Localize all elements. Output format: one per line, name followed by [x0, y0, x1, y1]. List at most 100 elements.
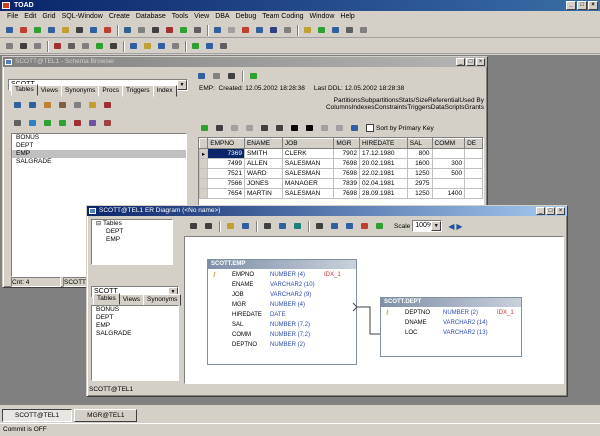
row-indicator[interactable]: ▸ — [199, 148, 209, 159]
grid-cell[interactable]: CLERK — [281, 148, 335, 159]
er-list-item[interactable]: BONUS — [92, 306, 178, 314]
layout-icon[interactable] — [328, 220, 341, 232]
toolbar-icon[interactable] — [101, 24, 114, 36]
detail-tab-usedby[interactable]: Used By — [459, 97, 484, 104]
toolbar-icon[interactable] — [3, 40, 16, 52]
grid-cell[interactable]: JONES — [243, 178, 283, 189]
grid-cell[interactable] — [431, 148, 466, 159]
toolbar-icon[interactable] — [301, 24, 314, 36]
toolbar-icon[interactable] — [31, 24, 44, 36]
grid-cell[interactable]: 1250 — [406, 188, 433, 199]
toolbar-icon[interactable] — [135, 24, 148, 36]
table-list-item[interactable]: BONUS — [12, 134, 186, 142]
toolbar-icon[interactable] — [203, 40, 216, 52]
grid-cell[interactable]: 7654 — [207, 188, 245, 199]
column-header[interactable]: DE — [464, 138, 483, 149]
menu-edit[interactable]: Edit — [21, 11, 39, 23]
grid-cell[interactable]: ALLEN — [243, 158, 283, 169]
edit-icon[interactable] — [41, 99, 54, 111]
funnel-icon[interactable] — [225, 70, 238, 82]
menu-debug[interactable]: Debug — [233, 11, 260, 23]
menu-grid[interactable]: Grid — [39, 11, 58, 23]
table-row[interactable]: 7566 JONES MANAGER 7839 02.04.1981 2975 — [199, 178, 483, 189]
grid-cell[interactable]: 7839 — [333, 178, 360, 189]
grid-cell[interactable]: 17.12.1980 — [358, 148, 408, 159]
new-doc-icon[interactable] — [202, 220, 215, 232]
detail-tab-subpartitions[interactable]: Subpartitions — [361, 97, 399, 104]
key-icon[interactable] — [86, 99, 99, 111]
toolbar-icon[interactable] — [65, 40, 78, 52]
toolbar-icon[interactable] — [217, 40, 230, 52]
grid-cell[interactable] — [464, 168, 483, 179]
sb-close-button[interactable]: × — [476, 58, 485, 66]
sb-maximize-button[interactable]: □ — [466, 58, 475, 66]
er-canvas[interactable]: SCOTT.EMP ⚷ EMPNO NUMBER (4) IDX_1 ENAME VARC… — [184, 236, 564, 384]
toolbar-icon[interactable] — [93, 40, 106, 52]
grid-cell[interactable]: SALESMAN — [281, 158, 335, 169]
menu-help[interactable]: Help — [337, 11, 357, 23]
refresh-data-icon[interactable] — [198, 122, 211, 134]
menu-file[interactable]: File — [4, 11, 21, 23]
table-row[interactable]: ▸ 7369 SMITH CLERK 7902 17.12.1980 800 — [199, 148, 483, 159]
er-tree[interactable]: ⊟ Tables DEPT EMP — [91, 219, 173, 265]
column-header[interactable]: JOB — [281, 138, 335, 149]
grid-cell[interactable]: 500 — [431, 168, 466, 179]
grid-cell[interactable]: MANAGER — [281, 178, 335, 189]
table-row[interactable]: 7654 MARTIN SALESMAN 7698 28.09.1981 1250 1400 — [199, 188, 483, 199]
grid-cell[interactable] — [431, 178, 466, 189]
tools-icon[interactable] — [101, 99, 114, 111]
tab-synonyms[interactable]: Synonyms — [61, 85, 100, 97]
arrow-left-icon[interactable]: ◀ — [448, 222, 454, 231]
close-button[interactable]: × — [588, 1, 598, 10]
er-close-button[interactable]: × — [556, 207, 565, 215]
detail-tab-columns[interactable]: Columns — [326, 104, 352, 111]
column-header[interactable]: COMM — [431, 138, 466, 149]
grid-cell[interactable]: 2975 — [406, 178, 433, 189]
grid-cell[interactable]: 1600 — [406, 158, 433, 169]
grid-cell[interactable]: WARD — [243, 168, 283, 179]
grid-cell[interactable]: 1400 — [431, 188, 466, 199]
toolbar-icon[interactable] — [149, 24, 162, 36]
er-maximize-button[interactable]: □ — [546, 207, 555, 215]
toolbar-icon[interactable] — [253, 24, 266, 36]
er-tab-tables[interactable]: Tables — [93, 293, 120, 305]
tab-index[interactable]: Index — [152, 85, 177, 97]
menu-view[interactable]: View — [191, 11, 212, 23]
minimize-button[interactable]: _ — [566, 1, 576, 10]
menu-sqlwindow[interactable]: SQL-Window — [59, 11, 106, 23]
er-list-item[interactable]: EMP — [92, 322, 178, 330]
grid-cell[interactable]: 7698 — [333, 158, 360, 169]
chart-icon[interactable] — [291, 220, 304, 232]
table-list-item[interactable]: DEPT — [12, 142, 186, 150]
toolbar-icon[interactable] — [329, 24, 342, 36]
grid-cell[interactable] — [464, 158, 483, 169]
chevron-down-icon[interactable]: ▼ — [177, 80, 187, 90]
column-header[interactable]: HIREDATE — [358, 138, 408, 149]
delete-record-icon[interactable] — [303, 122, 316, 134]
tab-views[interactable]: Views — [36, 85, 63, 97]
detail-tab-statssize[interactable]: Stats/Size — [399, 97, 428, 104]
tab-procs[interactable]: Procs — [98, 85, 124, 97]
er-minimize-button[interactable]: _ — [536, 207, 545, 215]
toolbar-icon[interactable] — [267, 24, 280, 36]
grid-cell[interactable]: 300 — [431, 158, 466, 169]
er-diagram-title-bar[interactable]: SCOTT@TEL1 ER Diagram (<No name>) _ □ × — [87, 206, 567, 216]
toolbar-icon[interactable] — [155, 40, 168, 52]
toolbar-icon[interactable] — [189, 40, 202, 52]
er-list-item[interactable]: SALGRADE — [92, 330, 178, 338]
last-record-icon[interactable] — [273, 122, 286, 134]
new-table-icon[interactable] — [11, 99, 24, 111]
toolbar-icon[interactable] — [281, 24, 294, 36]
grid-cell[interactable]: 7521 — [207, 168, 245, 179]
grid-cell[interactable]: 20.02.1981 — [358, 158, 408, 169]
er-object-list[interactable]: BONUS DEPT EMP SALGRADE — [91, 305, 179, 381]
grid-cell[interactable]: 22.02.1981 — [358, 168, 408, 179]
row-indicator[interactable] — [199, 158, 209, 169]
toolbar-icon[interactable] — [239, 24, 252, 36]
grid-cell[interactable]: SALESMAN — [281, 188, 335, 199]
toolbar-icon[interactable] — [45, 24, 58, 36]
post-edit-icon[interactable] — [318, 122, 331, 134]
grid-cell[interactable]: MARTIN — [243, 188, 283, 199]
grid-cell[interactable]: 7566 — [207, 178, 245, 189]
refresh-icon[interactable] — [195, 70, 208, 82]
